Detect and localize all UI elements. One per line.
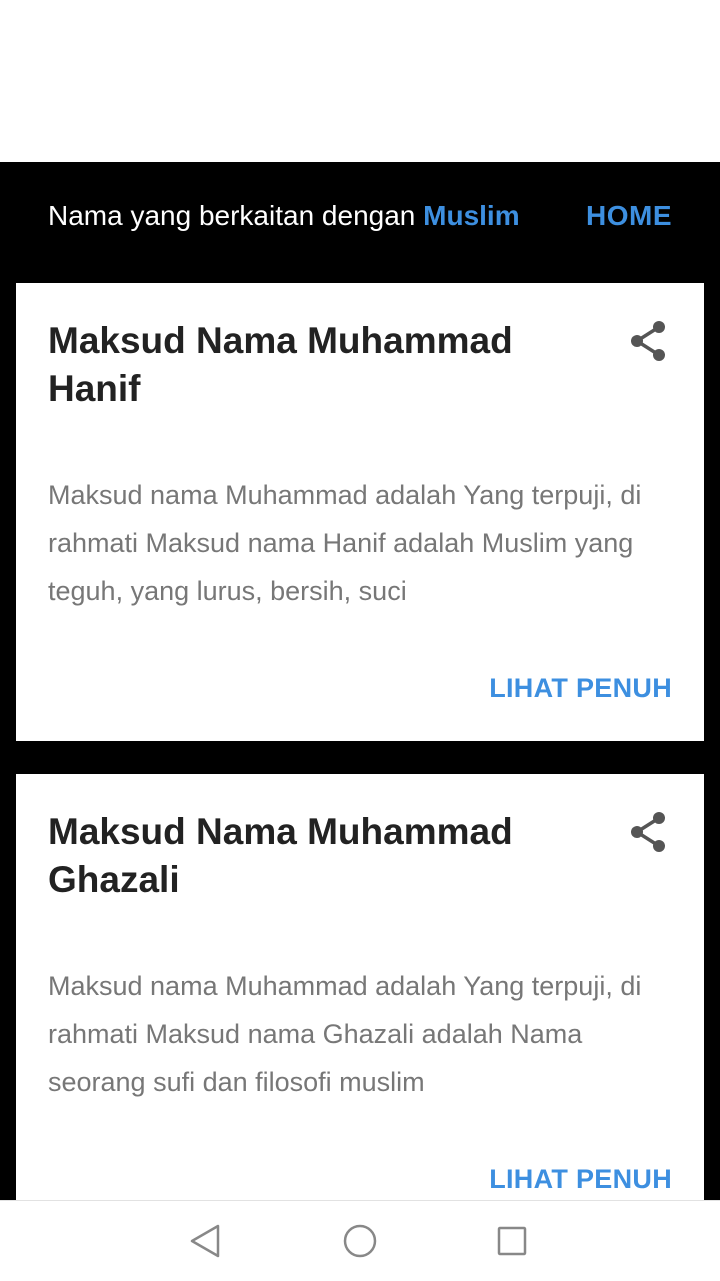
name-card[interactable]: Maksud Nama Muhammad Hanif Maksud nama M… <box>16 283 704 741</box>
name-card[interactable]: Maksud Nama Muhammad Ghazali Maksud nama… <box>16 774 704 1200</box>
related-names-label: Nama yang berkaitan dengan <box>48 200 416 231</box>
share-icon[interactable] <box>628 319 668 363</box>
home-link[interactable]: HOME <box>586 200 672 232</box>
category-label: Muslim <box>423 200 520 231</box>
view-full-button[interactable]: LIHAT PENUH <box>489 673 672 704</box>
top-blank-area <box>0 0 720 162</box>
system-navigation-bar <box>0 1200 720 1281</box>
content-area[interactable]: Nama yang berkaitan dengan Muslim HOME M… <box>0 162 720 1200</box>
share-icon[interactable] <box>628 810 668 854</box>
view-full-button[interactable]: LIHAT PENUH <box>489 1164 672 1195</box>
card-description: Maksud nama Muhammad adalah Yang terpuji… <box>48 971 642 1097</box>
card-title: Maksud Nama Muhammad Hanif <box>48 320 513 409</box>
recents-square-icon[interactable] <box>492 1221 532 1261</box>
related-names-heading: Nama yang berkaitan dengan Muslim <box>48 200 520 232</box>
card-description: Maksud nama Muhammad adalah Yang terpuji… <box>48 480 642 606</box>
header-bar: Nama yang berkaitan dengan Muslim HOME <box>0 162 720 282</box>
card-title: Maksud Nama Muhammad Ghazali <box>48 811 513 900</box>
back-triangle-icon[interactable] <box>186 1221 226 1261</box>
home-circle-icon[interactable] <box>340 1221 380 1261</box>
